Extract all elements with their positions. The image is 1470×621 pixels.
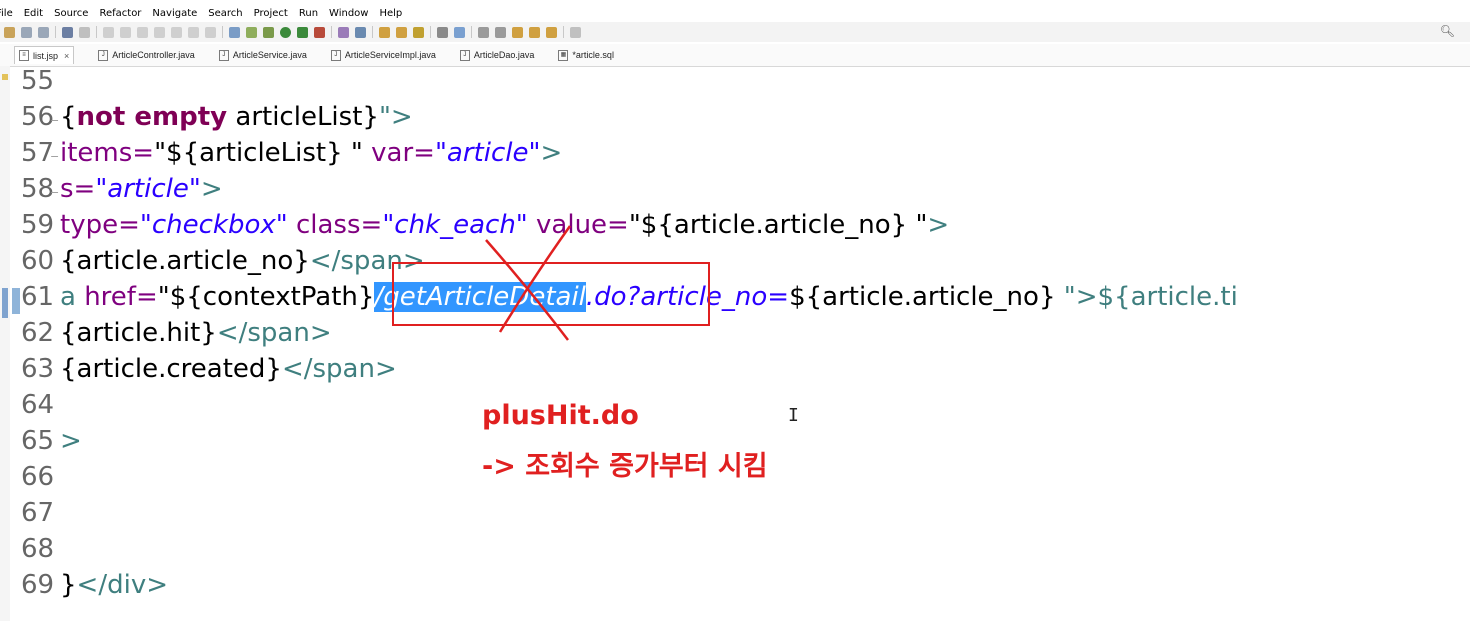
annotation-note-title: plusHit.do (482, 400, 639, 431)
annotation-note-text: -> 조회수 증가부터 시킴 (482, 451, 768, 482)
annotation-cross-mark (485, 225, 572, 341)
text-cursor-icon: I (788, 405, 799, 426)
